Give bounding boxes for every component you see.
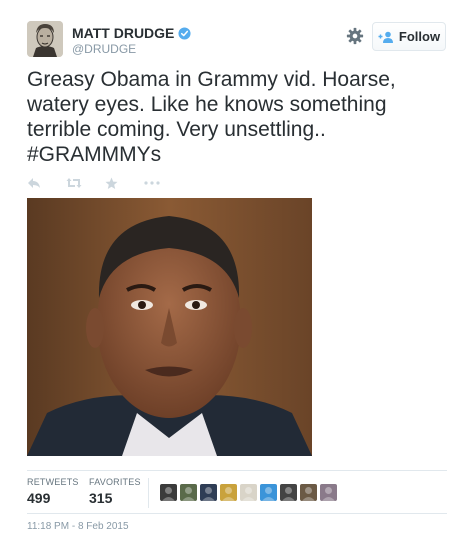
favorites-label: FAVORITES <box>89 477 141 487</box>
tweet-text: Greasy Obama in Grammy vid. Hoarse, wate… <box>27 68 396 166</box>
tweet-actions <box>27 175 183 191</box>
author-name-row[interactable]: MATT DRUDGE <box>72 25 191 41</box>
favoriter-avatar[interactable] <box>280 484 297 501</box>
more-button[interactable] <box>144 175 183 191</box>
gear-icon[interactable] <box>346 27 364 45</box>
reply-button[interactable] <box>27 175 66 191</box>
reply-icon <box>28 178 40 188</box>
follow-label: Follow <box>398 29 441 44</box>
favoriter-avatar[interactable] <box>220 484 237 501</box>
tweet-photo[interactable] <box>27 198 312 456</box>
more-icon <box>144 181 160 185</box>
favoriter-avatar[interactable] <box>260 484 277 501</box>
avatar[interactable] <box>27 21 63 57</box>
favoriters-list <box>160 484 337 501</box>
timestamp[interactable]: 11:18 PM - 8 Feb 2015 <box>27 521 129 532</box>
favorites-stat[interactable]: FAVORITES 315 <box>89 477 141 506</box>
retweet-button[interactable] <box>66 175 105 191</box>
stats-separator <box>148 478 149 508</box>
divider-top <box>27 470 447 471</box>
favoriter-avatar[interactable] <box>200 484 217 501</box>
retweet-icon <box>66 178 82 188</box>
favoriter-avatar[interactable] <box>160 484 177 501</box>
retweets-stat[interactable]: RETWEETS 499 <box>27 477 79 506</box>
retweets-count: 499 <box>27 490 51 506</box>
favorites-count: 315 <box>89 490 113 506</box>
divider-bottom <box>27 513 447 514</box>
retweets-label: RETWEETS <box>27 477 79 487</box>
add-user-icon <box>378 31 393 43</box>
author-handle[interactable]: @DRUDGE <box>72 42 136 56</box>
favoriter-avatar[interactable] <box>240 484 257 501</box>
follow-button[interactable]: Follow <box>372 22 446 51</box>
favoriter-avatar[interactable] <box>300 484 317 501</box>
favoriter-avatar[interactable] <box>320 484 337 501</box>
verified-badge-icon <box>178 26 191 40</box>
favoriter-avatar[interactable] <box>180 484 197 501</box>
author-name[interactable]: MATT DRUDGE <box>72 25 174 41</box>
favorite-button[interactable] <box>105 175 144 191</box>
favorite-star-icon <box>105 177 118 189</box>
